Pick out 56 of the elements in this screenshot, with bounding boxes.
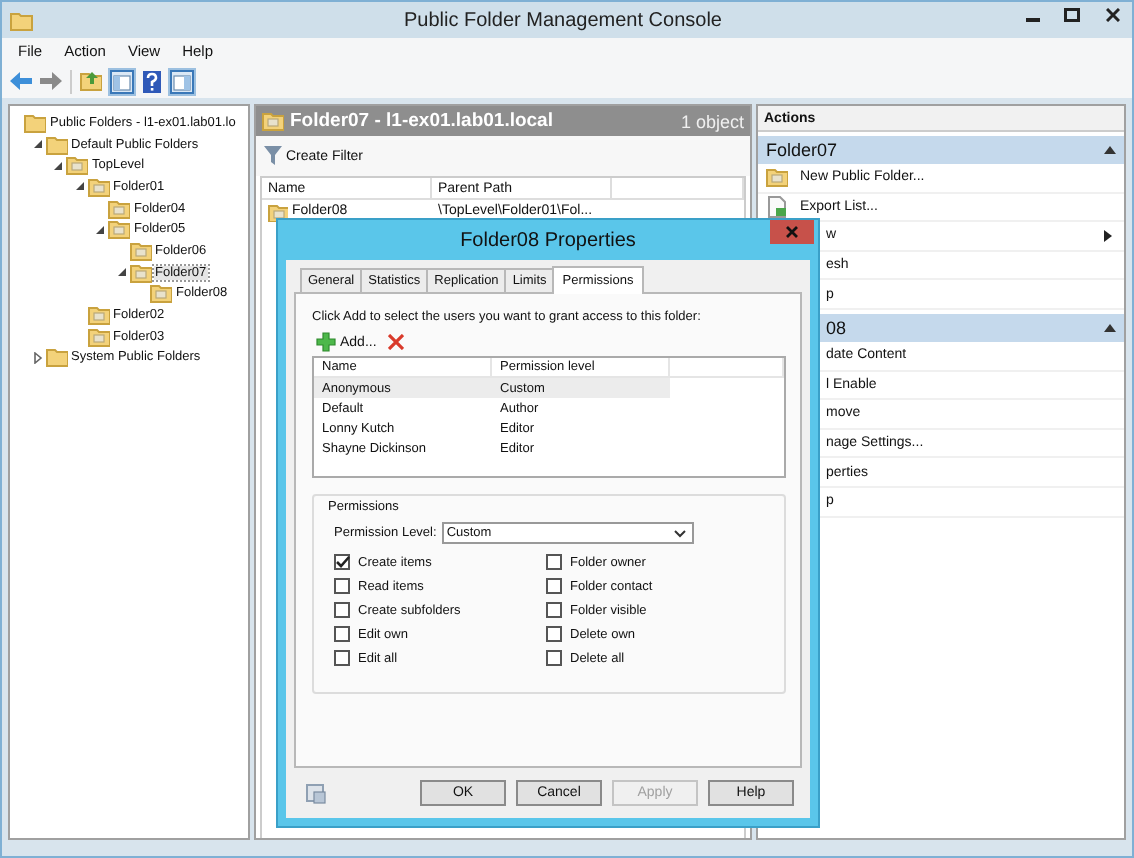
- checkbox[interactable]: [334, 602, 350, 618]
- folder-icon: [10, 9, 34, 31]
- folder-icon: [66, 154, 88, 177]
- pane-toggle-icon[interactable]: [170, 69, 194, 93]
- section-title: 08: [824, 317, 847, 338]
- folder-icon: [129, 239, 151, 262]
- folder-icon: [45, 133, 67, 156]
- folder-icon: [108, 197, 130, 220]
- chevron-down-icon: [674, 529, 687, 537]
- plus-icon: [316, 332, 336, 352]
- checkbox[interactable]: [546, 626, 562, 642]
- close-icon: [1105, 8, 1119, 22]
- expanded-arrow-icon[interactable]: [31, 138, 43, 151]
- checkbox[interactable]: [334, 626, 350, 642]
- checkbox[interactable]: [334, 554, 350, 570]
- checkbox[interactable]: [546, 578, 562, 594]
- folder-icon: [150, 282, 172, 305]
- pane-toggle-icon[interactable]: [110, 69, 134, 93]
- section-title: Folder07: [766, 140, 838, 160]
- up-folder-icon[interactable]: [80, 70, 102, 92]
- content-title: Folder07 - l1-ex01.lab01.local: [290, 110, 555, 132]
- maximize-icon: [1064, 8, 1080, 22]
- folder-icon: [268, 201, 288, 221]
- expanded-arrow-icon[interactable]: [115, 266, 127, 279]
- dialog-title: Folder08 Properties: [460, 229, 636, 251]
- folder-icon: [262, 110, 284, 132]
- checkmark-icon: [335, 556, 349, 568]
- help-icon[interactable]: [142, 69, 162, 93]
- properties-icon: [306, 783, 326, 803]
- checkbox[interactable]: [546, 650, 562, 666]
- folder-icon: [87, 175, 109, 198]
- object-count: 1 object: [680, 111, 744, 131]
- window-title: Public Folder Management Console: [402, 9, 724, 31]
- collapse-arrow-icon[interactable]: [1104, 323, 1116, 332]
- expanded-arrow-icon[interactable]: [73, 180, 85, 193]
- folder-icon: [108, 218, 130, 241]
- folder-icon: [129, 261, 151, 284]
- back-arrow-icon[interactable]: [10, 72, 32, 90]
- filter-icon: [264, 146, 282, 166]
- collapse-arrow-icon[interactable]: [1104, 146, 1116, 154]
- expanded-arrow-icon[interactable]: [94, 223, 106, 236]
- collapsed-arrow-icon[interactable]: [31, 351, 43, 364]
- folder-icon: [87, 325, 109, 348]
- checkbox[interactable]: [334, 650, 350, 666]
- remove-icon: [388, 334, 405, 350]
- checkbox[interactable]: [546, 554, 562, 570]
- expanded-arrow-icon[interactable]: [52, 159, 64, 172]
- folder-icon: [766, 166, 788, 189]
- remove-button[interactable]: [384, 332, 409, 352]
- checkbox[interactable]: [334, 578, 350, 594]
- folder-icon: [24, 111, 46, 134]
- folder-icon: [87, 304, 109, 327]
- forward-arrow-icon[interactable]: [40, 72, 62, 90]
- close-icon: [786, 226, 798, 238]
- folder-icon: [45, 346, 67, 369]
- checkbox[interactable]: [546, 602, 562, 618]
